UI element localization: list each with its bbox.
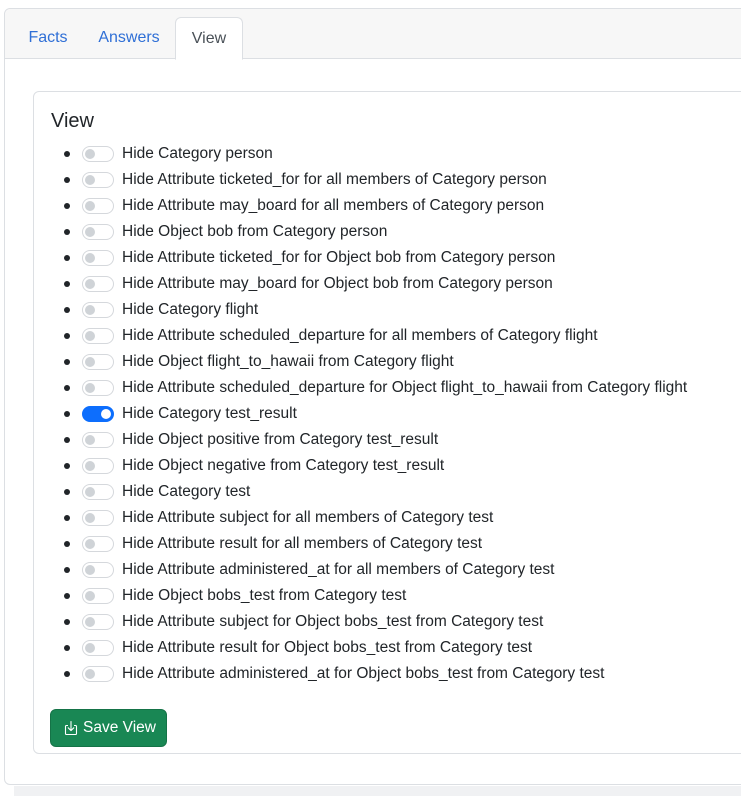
toggle-knob [85, 149, 95, 159]
view-option-label: Hide Attribute result for Object bobs_te… [122, 639, 533, 656]
view-panel: View Hide Category person Hide Attribute … [33, 91, 741, 754]
hide-toggle-switch[interactable] [82, 484, 114, 500]
bullet-icon [64, 385, 70, 391]
hide-toggle-switch[interactable] [82, 406, 114, 422]
toggle-knob [85, 669, 95, 679]
toggle-knob [85, 279, 95, 289]
tabbed-card: Facts Answers View View Hide Category pe… [4, 8, 741, 785]
toggle-knob [85, 617, 95, 627]
toggle-knob [85, 253, 95, 263]
bullet-icon [64, 333, 70, 339]
toggle-knob [85, 331, 95, 341]
page-footer-strip [14, 786, 741, 796]
hide-toggle-switch[interactable] [82, 302, 114, 318]
view-option-label: Hide Attribute ticketed_for for Object b… [122, 249, 556, 266]
bullet-icon [64, 359, 70, 365]
bullet-icon [64, 567, 70, 573]
bullet-icon [64, 515, 70, 521]
tab-facts[interactable]: Facts [13, 17, 83, 59]
bullet-icon [64, 281, 70, 287]
bullet-icon [64, 541, 70, 547]
tab-view[interactable]: View [175, 17, 243, 60]
hide-toggle-switch[interactable] [82, 588, 114, 604]
hide-toggle-switch[interactable] [82, 640, 114, 656]
view-option-label: Hide Attribute scheduled_departure for a… [122, 327, 598, 344]
view-option-label: Hide Attribute may_board for Object bob … [122, 275, 553, 292]
bullet-icon [64, 151, 70, 157]
bullet-icon [64, 307, 70, 313]
view-option-label: Hide Attribute result for all members of… [122, 535, 483, 552]
hide-toggle-switch[interactable] [82, 510, 114, 526]
view-option-label: Hide Object bob from Category person [122, 223, 388, 240]
hide-toggle-switch[interactable] [82, 250, 114, 266]
bullet-icon [64, 489, 70, 495]
toggle-knob [85, 383, 95, 393]
view-option-label: Hide Attribute scheduled_departure for O… [122, 379, 688, 396]
toggle-knob [85, 227, 95, 237]
hide-toggle-switch[interactable] [82, 172, 114, 188]
bullet-icon [64, 671, 70, 677]
toggle-knob [85, 435, 95, 445]
view-option-label: Hide Object positive from Category test_… [122, 431, 439, 448]
bullet-icon [64, 229, 70, 235]
view-option-label: Hide Attribute administered_at for all m… [122, 561, 555, 578]
tab-bar: Facts Answers View [5, 9, 741, 60]
toggle-knob [85, 643, 95, 653]
hide-toggle-switch[interactable] [82, 328, 114, 344]
tab-answers[interactable]: Answers [83, 17, 175, 59]
bullet-icon [64, 593, 70, 599]
hide-toggle-switch[interactable] [82, 614, 114, 630]
hide-toggle-switch[interactable] [82, 224, 114, 240]
hide-toggle-switch[interactable] [82, 380, 114, 396]
view-option-label: Hide Attribute subject for all members o… [122, 509, 494, 526]
toggle-knob [85, 591, 95, 601]
toggle-knob [85, 175, 95, 185]
view-option-label: Hide Attribute ticketed_for for all memb… [122, 171, 547, 188]
bullet-icon [64, 203, 70, 209]
bullet-icon [64, 437, 70, 443]
hide-toggle-switch[interactable] [82, 562, 114, 578]
save-view-label: Save View [83, 719, 156, 736]
hide-toggle-switch[interactable] [82, 146, 114, 162]
view-option-label: Hide Object bobs_test from Category test [122, 587, 407, 604]
toggle-knob [85, 513, 95, 523]
view-option-label: Hide Attribute administered_at for Objec… [122, 665, 605, 682]
toggle-knob [85, 201, 95, 211]
toggle-knob [85, 357, 95, 367]
view-option-label: Hide Attribute subject for Object bobs_t… [122, 613, 544, 630]
hide-toggle-switch[interactable] [82, 432, 114, 448]
hide-toggle-switch[interactable] [82, 354, 114, 370]
toggle-knob [85, 305, 95, 315]
toggle-knob [85, 539, 95, 549]
bullet-icon [64, 411, 70, 417]
download-icon [63, 720, 79, 736]
hide-toggle-switch[interactable] [82, 536, 114, 552]
hide-toggle-switch[interactable] [82, 198, 114, 214]
hide-toggle-switch[interactable] [82, 276, 114, 292]
toggle-knob [85, 487, 95, 497]
view-option-label: Hide Attribute may_board for all members… [122, 197, 545, 214]
bullet-icon [64, 619, 70, 625]
bullet-icon [64, 463, 70, 469]
toggle-knob [101, 409, 111, 419]
hide-toggle-switch[interactable] [82, 666, 114, 682]
bullet-icon [64, 645, 70, 651]
view-option-label: Hide Category flight [122, 301, 259, 318]
view-option-label: Hide Category person [122, 145, 273, 162]
toggle-knob [85, 565, 95, 575]
bullet-icon [64, 255, 70, 261]
hide-toggle-switch[interactable] [82, 458, 114, 474]
view-option-label: Hide Category test [122, 483, 251, 500]
view-option-label: Hide Object flight_to_hawaii from Catego… [122, 353, 454, 370]
view-title: View [51, 110, 94, 132]
view-option-label: Hide Category test_result [122, 405, 297, 422]
bullet-icon [64, 177, 70, 183]
save-view-button[interactable]: Save View [50, 709, 167, 747]
view-option-label: Hide Object negative from Category test_… [122, 457, 445, 474]
toggle-knob [85, 461, 95, 471]
